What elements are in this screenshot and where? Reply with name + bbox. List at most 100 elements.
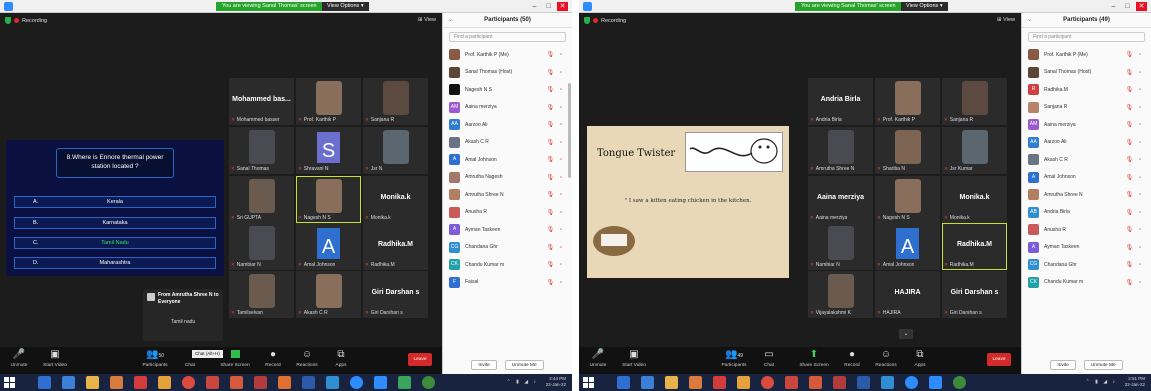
participant-row[interactable]: A Ayman Taskeen 🎙 ▫ xyxy=(443,221,572,239)
participant-row[interactable]: Prof. Karthik P (Me) 🎙 ▫ xyxy=(1022,46,1151,64)
start-video-button[interactable]: ▣ Start Video xyxy=(40,349,70,368)
participant-row[interactable]: Amrutha Shree N 🎙 ▫ xyxy=(443,186,572,204)
edge-icon[interactable] xyxy=(38,376,51,389)
zoom2-taskbar-icon[interactable] xyxy=(929,376,942,389)
chevron-down-icon[interactable]: ⌄ xyxy=(899,329,913,339)
participant-scrollbar[interactable] xyxy=(568,83,571,178)
maximize-icon[interactable]: □ xyxy=(1122,2,1133,11)
video-tile[interactable]: S Shravani N xyxy=(296,127,361,174)
zoom2-taskbar-icon[interactable] xyxy=(374,376,387,389)
reactions-button[interactable]: ☺ Reactions xyxy=(871,349,901,368)
unmute-me-button[interactable]: Unmute Me xyxy=(504,360,544,370)
participant-row[interactable]: A Amal Johnson 🎙 ▫ xyxy=(1022,169,1151,187)
media-icon[interactable] xyxy=(134,376,147,389)
share-screen-button[interactable]: Share Screen xyxy=(220,349,250,368)
participant-row[interactable]: Anusha R 🎙 ▫ xyxy=(443,204,572,222)
video-tile[interactable]: Aaina merziya Aaina merziya xyxy=(808,176,873,223)
video-tile[interactable]: Tamilselvan xyxy=(229,271,294,318)
app-icon[interactable] xyxy=(689,376,702,389)
acrobat-icon[interactable] xyxy=(833,376,846,389)
video-tile[interactable]: Sanjana R xyxy=(363,78,428,125)
video-tile[interactable]: Sanal Thomas xyxy=(229,127,294,174)
chat-button[interactable]: ▭ Chat xyxy=(754,349,784,368)
participant-row[interactable]: CG Chandana Ghr 🎙 ▫ xyxy=(1022,256,1151,274)
video-tile[interactable]: Mohammed bas... Mohammed basser xyxy=(229,78,294,125)
close-icon[interactable]: ✕ xyxy=(557,2,568,11)
app4-icon[interactable] xyxy=(422,376,435,389)
participant-row[interactable]: AM Aaina merziya 🎙 ▫ xyxy=(443,99,572,117)
start-video-button[interactable]: ▣ Start Video xyxy=(619,349,649,368)
pdf-icon[interactable] xyxy=(278,376,291,389)
leave-button[interactable]: Leave xyxy=(408,353,432,366)
participant-row[interactable]: AA Aarzoo Ali 🎙 ▫ xyxy=(1022,134,1151,152)
view-options-button[interactable]: View Options ▾ xyxy=(322,2,369,11)
participant-search-input[interactable]: Find a participant xyxy=(1028,32,1145,42)
participants-button[interactable]: 👥49 Participants xyxy=(719,349,749,368)
ie-icon[interactable] xyxy=(62,376,75,389)
zoom-taskbar-icon[interactable] xyxy=(905,376,918,389)
app3-icon[interactable] xyxy=(398,376,411,389)
video-tile[interactable]: Nagesh N S xyxy=(875,176,940,223)
chat-notification[interactable]: From Amrutha Shree N to Everyone Tamil n… xyxy=(143,289,223,341)
participant-row[interactable]: Anusha R 🎙 ▫ xyxy=(1022,221,1151,239)
chevron-down-icon[interactable]: ⌄ xyxy=(1027,13,1032,28)
edge-icon[interactable] xyxy=(617,376,630,389)
app2-icon[interactable] xyxy=(206,376,219,389)
participant-row[interactable]: Sanal Thomas (Host) 🎙 ▫ xyxy=(1022,64,1151,82)
participant-row[interactable]: Prof. Karthik P (Me) 🎙 ▫ xyxy=(443,46,572,64)
reactions-button[interactable]: ☺ Reactions xyxy=(292,349,322,368)
chrome-icon[interactable] xyxy=(761,376,774,389)
close-icon[interactable]: ✕ xyxy=(1136,2,1147,11)
video-tile[interactable]: Jsr Kumar xyxy=(942,127,1007,174)
participants-button[interactable]: 👥50 Participants xyxy=(140,349,170,368)
participant-row[interactable]: Akash C R 🎙 ▫ xyxy=(443,134,572,152)
record-button[interactable]: ● Record xyxy=(258,349,288,368)
chevron-down-icon[interactable]: ⌄ xyxy=(448,13,453,28)
record-button[interactable]: ● Record xyxy=(837,349,867,368)
apps-button[interactable]: ⧉ Apps xyxy=(326,349,356,368)
participant-row[interactable]: AM Aaina merziya 🎙 ▫ xyxy=(1022,116,1151,134)
folder-icon[interactable] xyxy=(665,376,678,389)
app4-icon[interactable] xyxy=(953,376,966,389)
unmute-me-button[interactable]: Unmute Me xyxy=(1083,360,1123,370)
unmute-button[interactable]: 🎤 Unmute xyxy=(583,349,613,368)
video-tile[interactable]: A Amal Johnson xyxy=(875,223,940,270)
video-tile[interactable]: Nagesh N S xyxy=(296,176,361,223)
invite-button[interactable]: Invite xyxy=(1050,360,1076,370)
view-button[interactable]: ⊞ View xyxy=(997,17,1015,23)
maximize-icon[interactable]: □ xyxy=(543,2,554,11)
view-button[interactable]: ⊞ View xyxy=(418,17,436,23)
participant-row[interactable]: Amrutha Nagesh 🎙 ▫ xyxy=(443,169,572,187)
participant-row[interactable]: Sanjana R 🎙 ▫ xyxy=(1022,99,1151,117)
video-tile[interactable]: Giri Darshan s Giri Darshan s xyxy=(942,271,1007,318)
vlc-icon[interactable] xyxy=(158,376,171,389)
participant-row[interactable]: F Faisal 🎙 ▫ xyxy=(443,274,572,292)
unmute-button[interactable]: 🎤 Unmute xyxy=(4,349,34,368)
view-options-button[interactable]: View Options ▾ xyxy=(901,2,948,11)
video-tile[interactable]: Nambiar N xyxy=(808,223,873,270)
video-tile[interactable]: Sri GUPTA xyxy=(229,176,294,223)
invite-button[interactable]: Invite xyxy=(471,360,497,370)
chat-button[interactable]: Chat xyxy=(175,349,205,368)
app2-icon[interactable] xyxy=(785,376,798,389)
share-screen-button[interactable]: ⬆ Share Screen xyxy=(799,349,829,368)
video-tile[interactable]: Radhika.M Radhika.M xyxy=(942,223,1007,270)
video-tile[interactable]: Akash C R xyxy=(296,271,361,318)
video-tile[interactable]: Shariba N xyxy=(875,127,940,174)
powerpoint-icon[interactable] xyxy=(809,376,822,389)
windows-start-icon[interactable] xyxy=(4,377,15,388)
participant-row[interactable]: R Radhika.M 🎙 ▫ xyxy=(1022,81,1151,99)
participant-search-input[interactable]: Find a participant xyxy=(449,32,566,42)
participant-row[interactable]: AA Aarzoo Ali 🎙 ▫ xyxy=(443,116,572,134)
video-tile[interactable]: Vijayalakshmi K xyxy=(808,271,873,318)
participant-row[interactable]: Amrutha Shree N 🎙 ▫ xyxy=(1022,186,1151,204)
word-icon[interactable] xyxy=(302,376,315,389)
video-tile[interactable]: Giri Darshan s Giri Darshan s xyxy=(363,271,428,318)
windows-start-icon[interactable] xyxy=(583,377,594,388)
media-icon[interactable] xyxy=(713,376,726,389)
word-icon[interactable] xyxy=(857,376,870,389)
apps-button[interactable]: ⧉ Apps xyxy=(905,349,935,368)
minimize-icon[interactable]: – xyxy=(1108,2,1119,11)
participant-row[interactable]: Sanal Thomas (Host) 🎙 ▫ xyxy=(443,64,572,82)
vlc-icon[interactable] xyxy=(737,376,750,389)
